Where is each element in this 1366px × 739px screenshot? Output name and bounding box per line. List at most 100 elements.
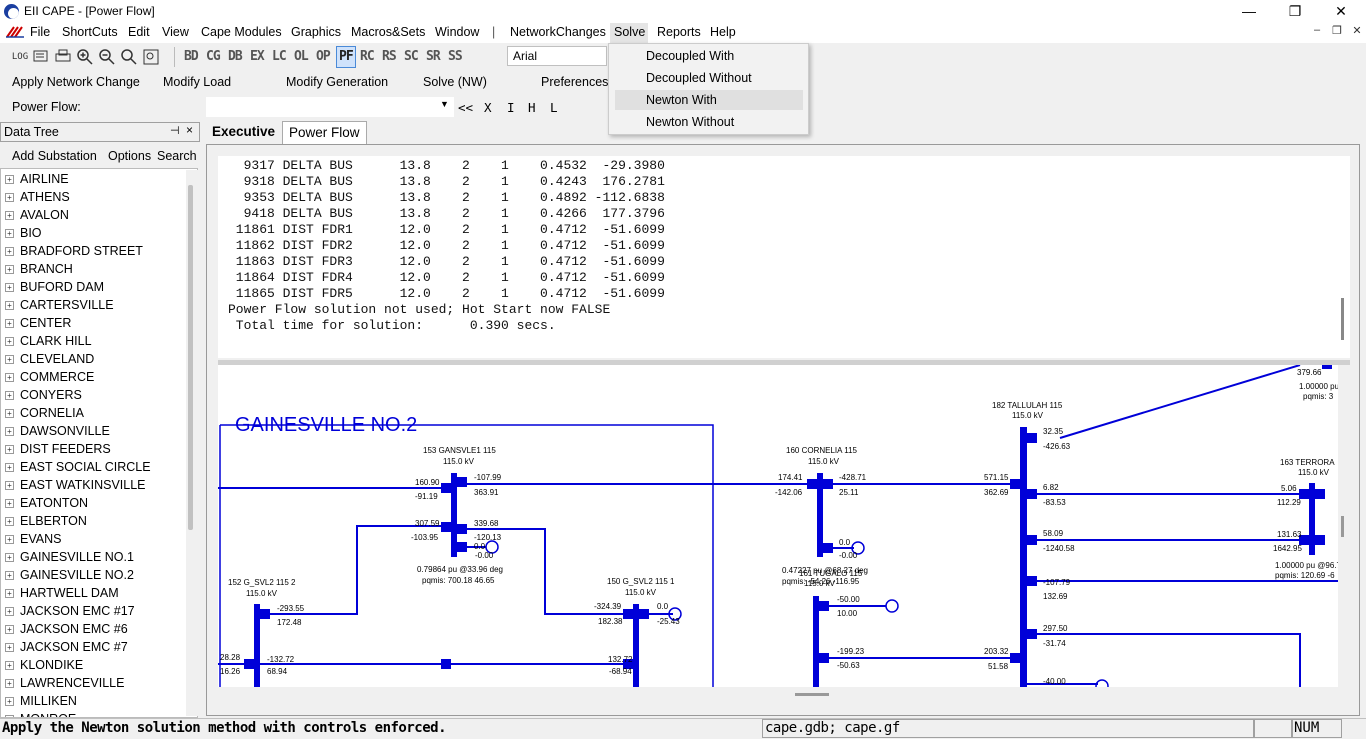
tree-item[interactable]: + GAINESVILLE NO.2 bbox=[5, 566, 134, 584]
menu-item-newton-without[interactable]: Newton Without bbox=[615, 112, 803, 132]
chevron-down-icon[interactable]: ▼ bbox=[440, 99, 449, 109]
menu-macros-sets[interactable]: Macros&Sets bbox=[347, 25, 429, 39]
add-substation-button[interactable]: Add Substation bbox=[12, 149, 97, 163]
h-button[interactable]: H bbox=[528, 100, 536, 115]
tree-item[interactable]: + CLEVELAND bbox=[5, 350, 94, 368]
expand-icon[interactable]: + bbox=[5, 625, 14, 634]
expand-icon[interactable]: + bbox=[5, 247, 14, 256]
minimize-button[interactable]: — bbox=[1226, 0, 1272, 22]
expand-icon[interactable]: + bbox=[5, 589, 14, 598]
expand-icon[interactable]: + bbox=[5, 319, 14, 328]
zoom-out-icon[interactable] bbox=[98, 48, 116, 66]
expand-icon[interactable]: + bbox=[5, 661, 14, 670]
menu-shortcuts[interactable]: ShortCuts bbox=[58, 25, 122, 39]
menu-window[interactable]: Window bbox=[431, 25, 483, 39]
menu-cape-modules[interactable]: Cape Modules bbox=[197, 25, 286, 39]
expand-icon[interactable]: + bbox=[5, 427, 14, 436]
l-button[interactable]: L bbox=[550, 100, 558, 115]
module-ex-button[interactable]: EX bbox=[250, 49, 265, 64]
tree-item[interactable]: + EAST WATKINSVILLE bbox=[5, 476, 146, 494]
menu-help[interactable]: Help bbox=[706, 25, 740, 39]
tree-item[interactable]: + JACKSON EMC #6 bbox=[5, 620, 128, 638]
module-op-button[interactable]: OP bbox=[316, 49, 331, 64]
expand-icon[interactable]: + bbox=[5, 517, 14, 526]
module-db-button[interactable]: DB bbox=[228, 49, 243, 64]
expand-icon[interactable]: + bbox=[5, 265, 14, 274]
tree-item[interactable]: + AVALON bbox=[5, 206, 69, 224]
tree-item[interactable]: + BRANCH bbox=[5, 260, 73, 278]
x-button[interactable]: X bbox=[484, 100, 492, 115]
tree-item[interactable]: + EAST SOCIAL CIRCLE bbox=[5, 458, 151, 476]
expand-icon[interactable]: + bbox=[5, 283, 14, 292]
expand-icon[interactable]: + bbox=[5, 535, 14, 544]
modify-load-button[interactable]: Modify Load bbox=[163, 75, 231, 89]
maximize-button[interactable]: ❐ bbox=[1272, 0, 1318, 22]
diagram-hscrollbar[interactable] bbox=[218, 687, 1336, 705]
options-button[interactable]: Options bbox=[108, 149, 151, 163]
tree-item[interactable]: + EATONTON bbox=[5, 494, 88, 512]
tree-item[interactable]: + LAWRENCEVILLE bbox=[5, 674, 124, 692]
pin-icon[interactable]: ⊣ bbox=[170, 124, 180, 137]
print-preview-icon[interactable] bbox=[32, 48, 50, 66]
expand-icon[interactable]: + bbox=[5, 229, 14, 238]
tree-item[interactable]: +MONROE bbox=[5, 710, 76, 717]
diagram-vscrollbar[interactable] bbox=[1338, 365, 1350, 687]
mdi-minimize-icon[interactable]: – bbox=[1308, 24, 1326, 42]
tree-item[interactable]: + EVANS bbox=[5, 530, 61, 548]
diagram-vscroll-thumb[interactable] bbox=[1341, 516, 1344, 537]
tree-item[interactable]: + MILLIKEN bbox=[5, 692, 77, 710]
expand-icon[interactable]: + bbox=[5, 355, 14, 364]
tree-item[interactable]: + CENTER bbox=[5, 314, 71, 332]
expand-icon[interactable]: + bbox=[5, 463, 14, 472]
tree-item[interactable]: + CONYERS bbox=[5, 386, 82, 404]
tree-item[interactable]: + ATHENS bbox=[5, 188, 70, 206]
module-cg-button[interactable]: CG bbox=[206, 49, 221, 64]
menu-graphics[interactable]: Graphics bbox=[287, 25, 345, 39]
apply-network-change-button[interactable]: Apply Network Change bbox=[12, 75, 140, 89]
tab-executive[interactable]: Executive bbox=[206, 121, 281, 144]
menu-file[interactable]: File bbox=[26, 25, 54, 39]
expand-icon[interactable]: + bbox=[5, 553, 14, 562]
back-button[interactable]: << bbox=[458, 100, 473, 115]
output-scroll-thumb[interactable] bbox=[1341, 298, 1344, 340]
menu-network-changes[interactable]: NetworkChanges bbox=[506, 25, 610, 39]
expand-icon[interactable]: + bbox=[5, 445, 14, 454]
menu-item-decoupled-with[interactable]: Decoupled With bbox=[615, 46, 803, 66]
tree-item[interactable]: + BRADFORD STREET bbox=[5, 242, 143, 260]
expand-icon[interactable]: + bbox=[5, 373, 14, 382]
tree-item[interactable]: + ELBERTON bbox=[5, 512, 87, 530]
log-icon[interactable]: LOG bbox=[10, 48, 30, 66]
expand-icon[interactable]: + bbox=[5, 643, 14, 652]
tree-item[interactable]: + CARTERSVILLE bbox=[5, 296, 114, 314]
zoom-icon[interactable] bbox=[120, 48, 138, 66]
module-sr-button[interactable]: SR bbox=[426, 49, 441, 64]
power-flow-combo[interactable] bbox=[206, 97, 454, 117]
expand-icon[interactable]: + bbox=[5, 571, 14, 580]
search-button[interactable]: Search bbox=[157, 149, 197, 163]
module-pf-button[interactable]: PF bbox=[336, 46, 356, 68]
tree-item[interactable]: + HARTWELL DAM bbox=[5, 584, 119, 602]
expand-icon[interactable]: + bbox=[5, 679, 14, 688]
tree-item[interactable]: + GAINESVILLE NO.1 bbox=[5, 548, 134, 566]
diagram-hscroll-thumb[interactable] bbox=[795, 693, 829, 696]
expand-icon[interactable]: + bbox=[5, 409, 14, 418]
i-button[interactable]: I bbox=[507, 100, 515, 115]
tree-item[interactable]: + KLONDIKE bbox=[5, 656, 83, 674]
tree-item[interactable]: + BUFORD DAM bbox=[5, 278, 104, 296]
module-rc-button[interactable]: RC bbox=[360, 49, 375, 64]
menu-edit[interactable]: Edit bbox=[124, 25, 154, 39]
panel-close-icon[interactable]: × bbox=[186, 123, 193, 137]
module-ol-button[interactable]: OL bbox=[294, 49, 309, 64]
expand-icon[interactable]: + bbox=[5, 337, 14, 346]
module-bd-button[interactable]: BD bbox=[184, 49, 199, 64]
expand-icon[interactable]: + bbox=[5, 481, 14, 490]
module-ss-button[interactable]: SS bbox=[448, 49, 463, 64]
expand-icon[interactable]: + bbox=[5, 211, 14, 220]
tree-item[interactable]: + JACKSON EMC #17 bbox=[5, 602, 135, 620]
print-icon[interactable] bbox=[54, 48, 72, 66]
tree-item[interactable]: + JACKSON EMC #7 bbox=[5, 638, 128, 656]
menu-solve[interactable]: Solve bbox=[610, 23, 648, 43]
zoom-fit-icon[interactable] bbox=[142, 48, 160, 66]
menu-view[interactable]: View bbox=[158, 25, 193, 39]
expand-icon[interactable]: + bbox=[5, 193, 14, 202]
